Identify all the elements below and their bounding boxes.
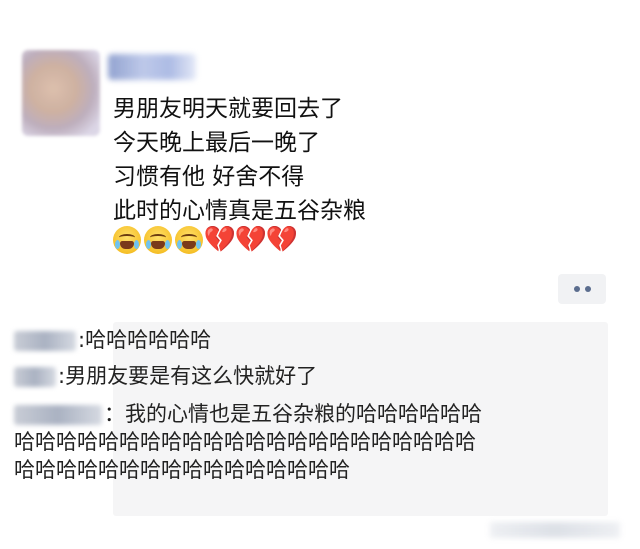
commenter-name-blurred[interactable]	[14, 331, 76, 351]
comment-item[interactable]: ：我的心情也是五谷杂粮的哈哈哈哈哈哈哈哈哈哈哈哈哈哈哈哈哈哈哈哈哈哈哈哈哈哈哈哈…	[14, 400, 484, 484]
poster-name-blurred[interactable]	[108, 54, 196, 80]
post-text: 男朋友明天就要回去了 今天晚上最后一晚了 习惯有他 好舍不得 此时的心情真是五谷…	[113, 92, 553, 228]
comment-text: 男朋友要是有这么快就好了	[65, 364, 318, 388]
comment-separator: ：	[104, 402, 125, 426]
crying-face-icon	[144, 226, 172, 254]
avatar[interactable]	[22, 50, 100, 136]
broken-heart-icon: 💔	[265, 225, 299, 255]
more-dots-icon	[573, 286, 580, 292]
commenter-name-blurred[interactable]	[14, 405, 102, 425]
watermark-blurred	[490, 522, 620, 538]
more-actions-button[interactable]	[558, 274, 606, 304]
comment-text: 哈哈哈哈哈哈	[85, 328, 212, 352]
post-line: 男朋友明天就要回去了	[113, 96, 343, 122]
post-line: 此时的心情真是五谷杂粮	[113, 198, 366, 224]
comment-item[interactable]: :哈哈哈哈哈哈	[14, 326, 211, 355]
crying-face-icon	[175, 226, 203, 254]
post-line: 习惯有他 好舍不得	[113, 164, 305, 190]
broken-heart-icon: 💔	[203, 225, 237, 255]
broken-heart-icon: 💔	[234, 225, 268, 255]
crying-face-icon	[113, 226, 141, 254]
comment-item[interactable]: :男朋友要是有这么快就好了	[14, 362, 317, 391]
commenter-name-blurred[interactable]	[14, 367, 56, 387]
emoji-row: 💔 💔 💔	[113, 225, 299, 256]
more-dots-icon	[584, 286, 591, 292]
post-line: 今天晚上最后一晚了	[113, 130, 320, 156]
